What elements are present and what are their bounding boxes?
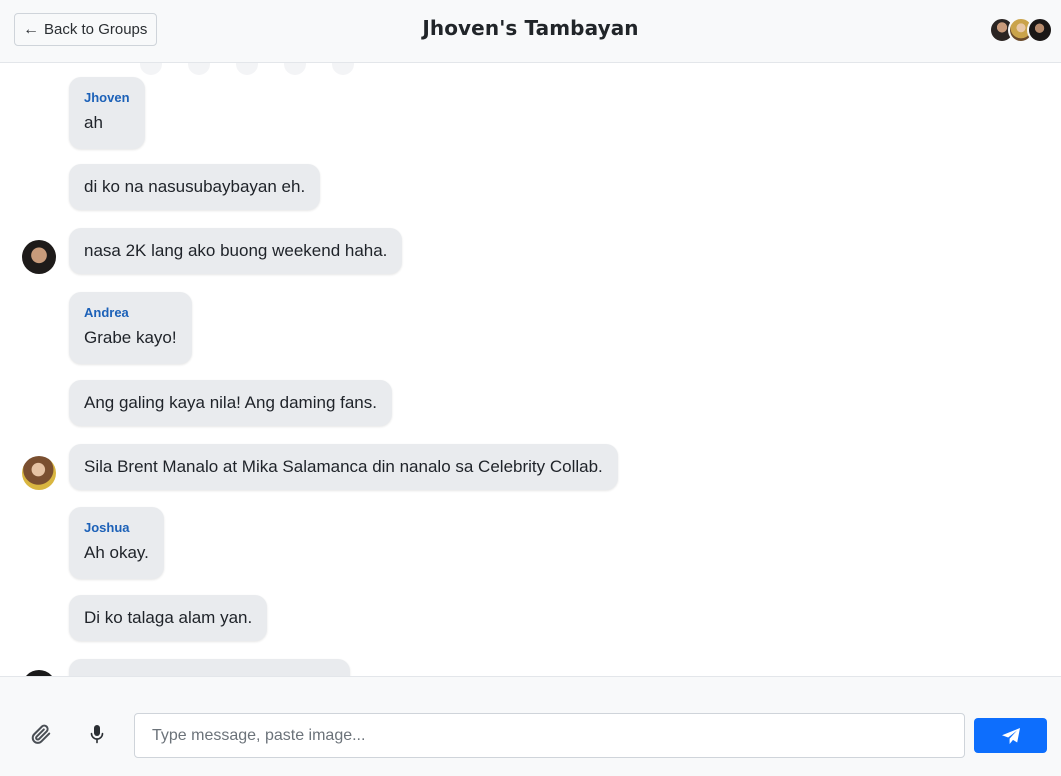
message-text: Di ko talaga alam yan. xyxy=(84,608,253,627)
message-bubble: Andrea Grabe kayo! xyxy=(69,292,192,364)
user-avatar[interactable] xyxy=(22,456,56,490)
message-bubble: nasa 2K lang ako buong weekend haha. xyxy=(69,228,403,274)
faded-previous-content xyxy=(140,63,354,75)
message-text: di ko na nasusubaybayan eh. xyxy=(84,177,306,196)
user-avatar[interactable] xyxy=(22,240,56,274)
message-text: nasa 2K lang ako buong weekend haha. xyxy=(84,241,388,260)
message-bubble: Ang galing kaya nila! Ang daming fans. xyxy=(69,380,392,426)
member-avatars[interactable] xyxy=(989,17,1053,43)
message-input[interactable] xyxy=(134,713,965,758)
member-avatar[interactable] xyxy=(1027,17,1053,43)
message-text: Ang galing kaya nila! Ang daming fans. xyxy=(84,393,377,412)
voice-record-button[interactable] xyxy=(85,722,109,746)
paperclip-icon xyxy=(31,724,51,744)
message-composer xyxy=(0,676,1061,776)
microphone-icon xyxy=(90,725,104,744)
chat-header: ← Back to Groups Jhoven's Tambayan xyxy=(0,0,1061,63)
message-bubble-partial xyxy=(69,659,350,676)
send-icon xyxy=(1001,727,1020,744)
sender-name: Andrea xyxy=(84,305,129,320)
group-title: Jhoven's Tambayan xyxy=(422,16,639,40)
sender-name: Jhoven xyxy=(84,90,130,105)
message-text: Ah okay. xyxy=(84,543,149,562)
send-button[interactable] xyxy=(974,718,1047,753)
message-bubble: Di ko talaga alam yan. xyxy=(69,595,268,641)
message-bubble: Joshua Ah okay. xyxy=(69,507,164,579)
message-list[interactable]: Jhoven ah di ko na nasusubaybayan eh. na… xyxy=(0,63,1061,676)
message-bubble: Sila Brent Manalo at Mika Salamanca din … xyxy=(69,444,618,490)
message-text: Grabe kayo! xyxy=(84,328,177,347)
message-text: Sila Brent Manalo at Mika Salamanca din … xyxy=(84,457,603,476)
sender-name: Joshua xyxy=(84,520,130,535)
message-text: ah xyxy=(84,113,103,132)
attach-button[interactable] xyxy=(29,722,53,746)
message-bubble: di ko na nasusubaybayan eh. xyxy=(69,164,321,210)
message-bubble: Jhoven ah xyxy=(69,77,145,149)
